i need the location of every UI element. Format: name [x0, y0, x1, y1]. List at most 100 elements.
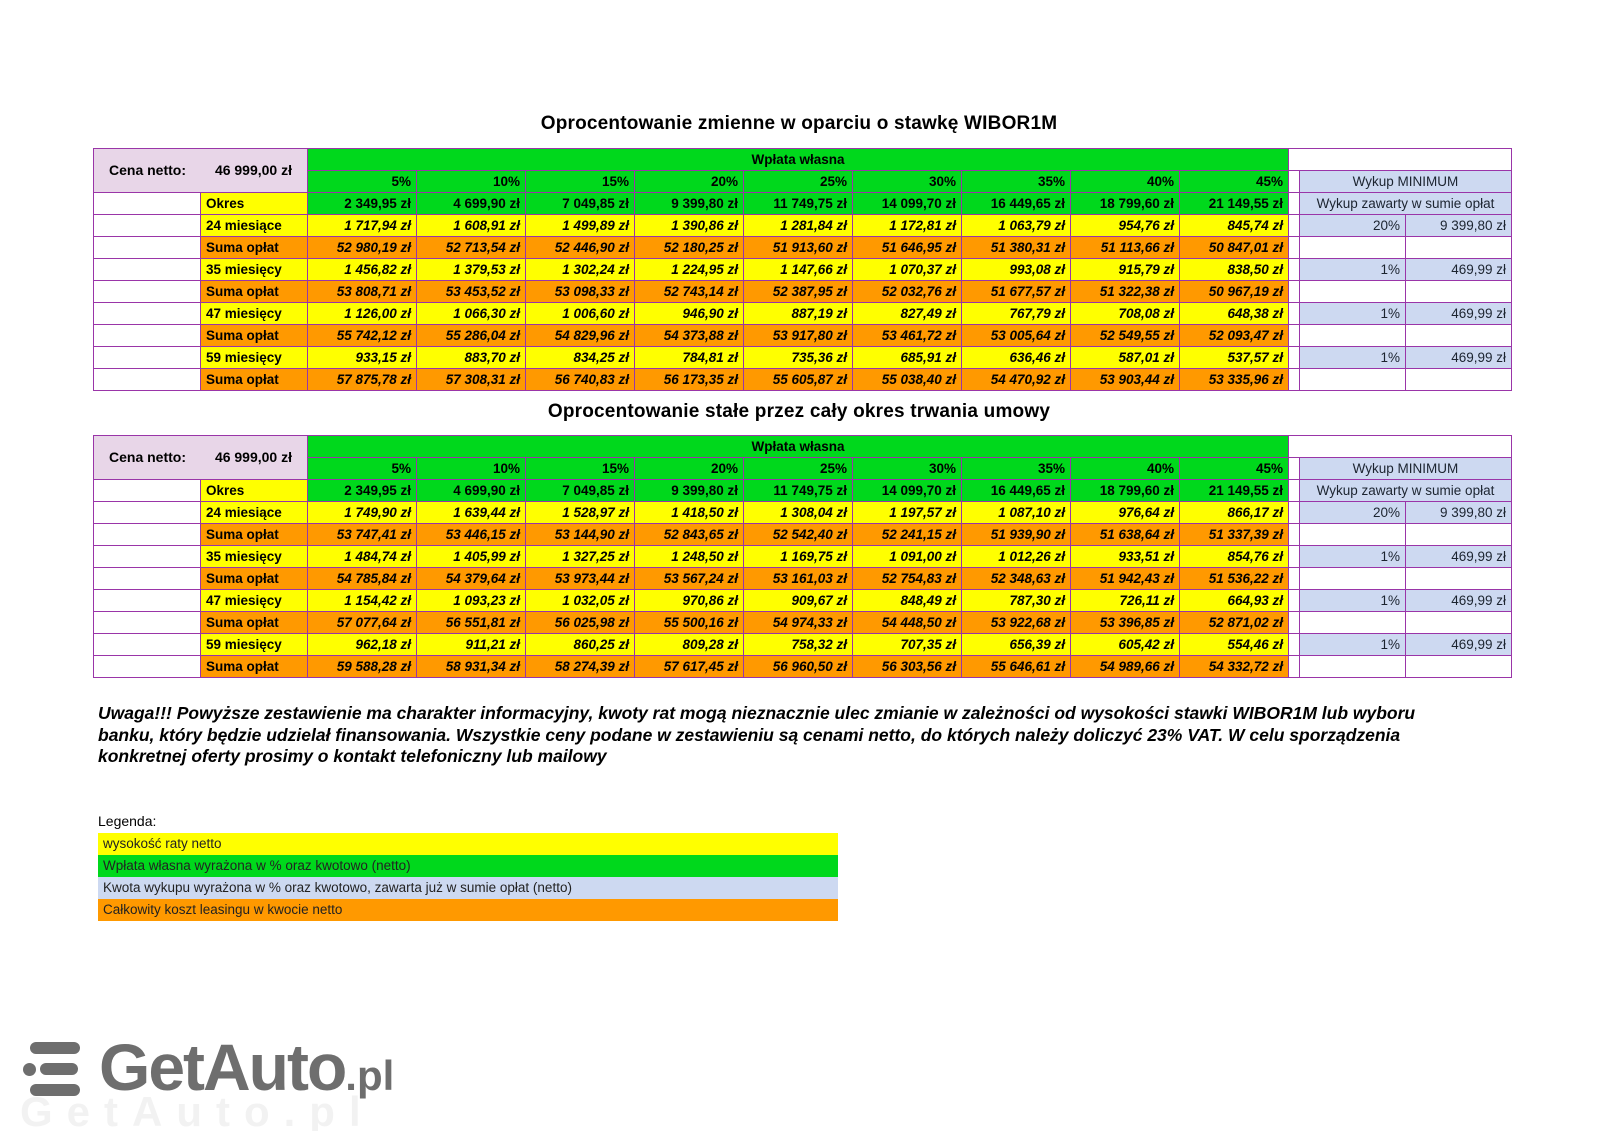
spacer [1289, 281, 1300, 303]
row-value: 648,38 zł [1180, 303, 1289, 325]
percent-header: 20% [635, 171, 744, 193]
spacer [1289, 590, 1300, 612]
row-value: 1 091,00 zł [853, 546, 962, 568]
row-value: 605,42 zł [1071, 634, 1180, 656]
table-row: Suma opłat59 588,28 zł58 931,34 zł58 274… [94, 656, 1512, 678]
table-row: Suma opłat53 808,71 zł53 453,52 zł53 098… [94, 281, 1512, 303]
spacer [94, 215, 201, 237]
row-value: 587,01 zł [1071, 347, 1180, 369]
wykup-amount [1406, 237, 1512, 259]
percent-header: 15% [526, 458, 635, 480]
spacer [1289, 524, 1300, 546]
row-value: 52 446,90 zł [526, 237, 635, 259]
row-value: 537,57 zł [1180, 347, 1289, 369]
row-value: 933,15 zł [308, 347, 417, 369]
spacer [1289, 502, 1300, 524]
row-value: 1 608,91 zł [417, 215, 526, 237]
row-label: 47 miesięcy [201, 590, 308, 612]
row-value: 1 032,05 zł [526, 590, 635, 612]
row-label: 24 miesiące [201, 502, 308, 524]
wplata-wlasna-header: Wpłata własna [308, 149, 1289, 171]
row-value: 845,74 zł [1180, 215, 1289, 237]
wykup-amount [1406, 524, 1512, 546]
wykup-pct [1300, 656, 1406, 678]
spacer [94, 259, 201, 281]
row-value: 53 396,85 zł [1071, 612, 1180, 634]
percent-header: 15% [526, 171, 635, 193]
row-value: 970,86 zł [635, 590, 744, 612]
row-value: 51 536,22 zł [1180, 568, 1289, 590]
table-fixed-wrap: Cena netto:46 999,00 złWpłata własna5%10… [93, 435, 1512, 678]
row-value: 954,76 zł [1071, 215, 1180, 237]
row-label: 35 miesięcy [201, 259, 308, 281]
okres-value: 14 099,70 zł [853, 193, 962, 215]
table-row: 59 miesięcy962,18 zł911,21 zł860,25 zł80… [94, 634, 1512, 656]
wykup-pct: 1% [1300, 347, 1406, 369]
row-label: Suma opłat [201, 237, 308, 259]
row-value: 53 922,68 zł [962, 612, 1071, 634]
table-row: 35 miesięcy1 456,82 zł1 379,53 zł1 302,2… [94, 259, 1512, 281]
row-value: 51 646,95 zł [853, 237, 962, 259]
percent-header: 35% [962, 458, 1071, 480]
spacer [94, 634, 201, 656]
percent-header: 20% [635, 458, 744, 480]
row-value: 1 499,89 zł [526, 215, 635, 237]
wykup-amount: 469,99 zł [1406, 634, 1512, 656]
row-value: 54 989,66 zł [1071, 656, 1180, 678]
row-value: 883,70 zł [417, 347, 526, 369]
row-value: 726,11 zł [1071, 590, 1180, 612]
row-value: 767,79 zł [962, 303, 1071, 325]
row-value: 51 939,90 zł [962, 524, 1071, 546]
wykup-pct: 1% [1300, 590, 1406, 612]
row-value: 52 743,14 zł [635, 281, 744, 303]
okres-value: 11 749,75 zł [744, 193, 853, 215]
okres-value: 4 699,90 zł [417, 193, 526, 215]
table-variable-wrap: Cena netto:46 999,00 złWpłata własna5%10… [93, 148, 1512, 391]
wykup-pct [1300, 281, 1406, 303]
row-value: 1 302,24 zł [526, 259, 635, 281]
wykup-subheader: Wykup zawarty w sumie opłat [1300, 480, 1512, 502]
row-value: 809,28 zł [635, 634, 744, 656]
row-value: 51 337,39 zł [1180, 524, 1289, 546]
table-row: 47 miesięcy1 126,00 zł1 066,30 zł1 006,6… [94, 303, 1512, 325]
row-value: 787,30 zł [962, 590, 1071, 612]
wykup-amount: 469,99 zł [1406, 347, 1512, 369]
row-value: 53 973,44 zł [526, 568, 635, 590]
table-row: Suma opłat57 077,64 zł56 551,81 zł56 025… [94, 612, 1512, 634]
wykup-pct [1300, 568, 1406, 590]
okres-value: 7 049,85 zł [526, 193, 635, 215]
percent-header: 10% [417, 171, 526, 193]
spacer [1289, 458, 1300, 480]
percent-header: 40% [1071, 458, 1180, 480]
row-label: Suma opłat [201, 656, 308, 678]
row-label: 24 miesiące [201, 215, 308, 237]
wykup-pct: 20% [1300, 502, 1406, 524]
row-value: 1 172,81 zł [853, 215, 962, 237]
okres-label: Okres [201, 193, 308, 215]
row-label: Suma opłat [201, 325, 308, 347]
row-value: 56 303,56 zł [853, 656, 962, 678]
row-value: 53 461,72 zł [853, 325, 962, 347]
row-value: 53 567,24 zł [635, 568, 744, 590]
wykup-amount [1406, 369, 1512, 391]
spacer [1289, 546, 1300, 568]
okres-value: 16 449,65 zł [962, 480, 1071, 502]
wykup-pct: 20% [1300, 215, 1406, 237]
wykup-pct [1300, 325, 1406, 347]
spacer [94, 480, 201, 502]
wykup-amount: 9 399,80 zł [1406, 502, 1512, 524]
wykup-amount [1406, 325, 1512, 347]
row-value: 51 942,43 zł [1071, 568, 1180, 590]
row-value: 887,19 zł [744, 303, 853, 325]
wykup-amount [1406, 281, 1512, 303]
wplata-wlasna-header: Wpłata własna [308, 436, 1289, 458]
legend-item-koszt: Całkowity koszt leasingu w kwocie netto [98, 899, 838, 921]
wykup-amount [1406, 568, 1512, 590]
leasing-offer-sheet: Oprocentowanie zmienne w oparciu o stawk… [0, 0, 1600, 1131]
percent-header: 5% [308, 458, 417, 480]
cena-netto-value: 46 999,00 zł [215, 160, 292, 181]
row-value: 909,67 zł [744, 590, 853, 612]
spacer [1289, 347, 1300, 369]
row-value: 685,91 zł [853, 347, 962, 369]
row-value: 1 639,44 zł [417, 502, 526, 524]
